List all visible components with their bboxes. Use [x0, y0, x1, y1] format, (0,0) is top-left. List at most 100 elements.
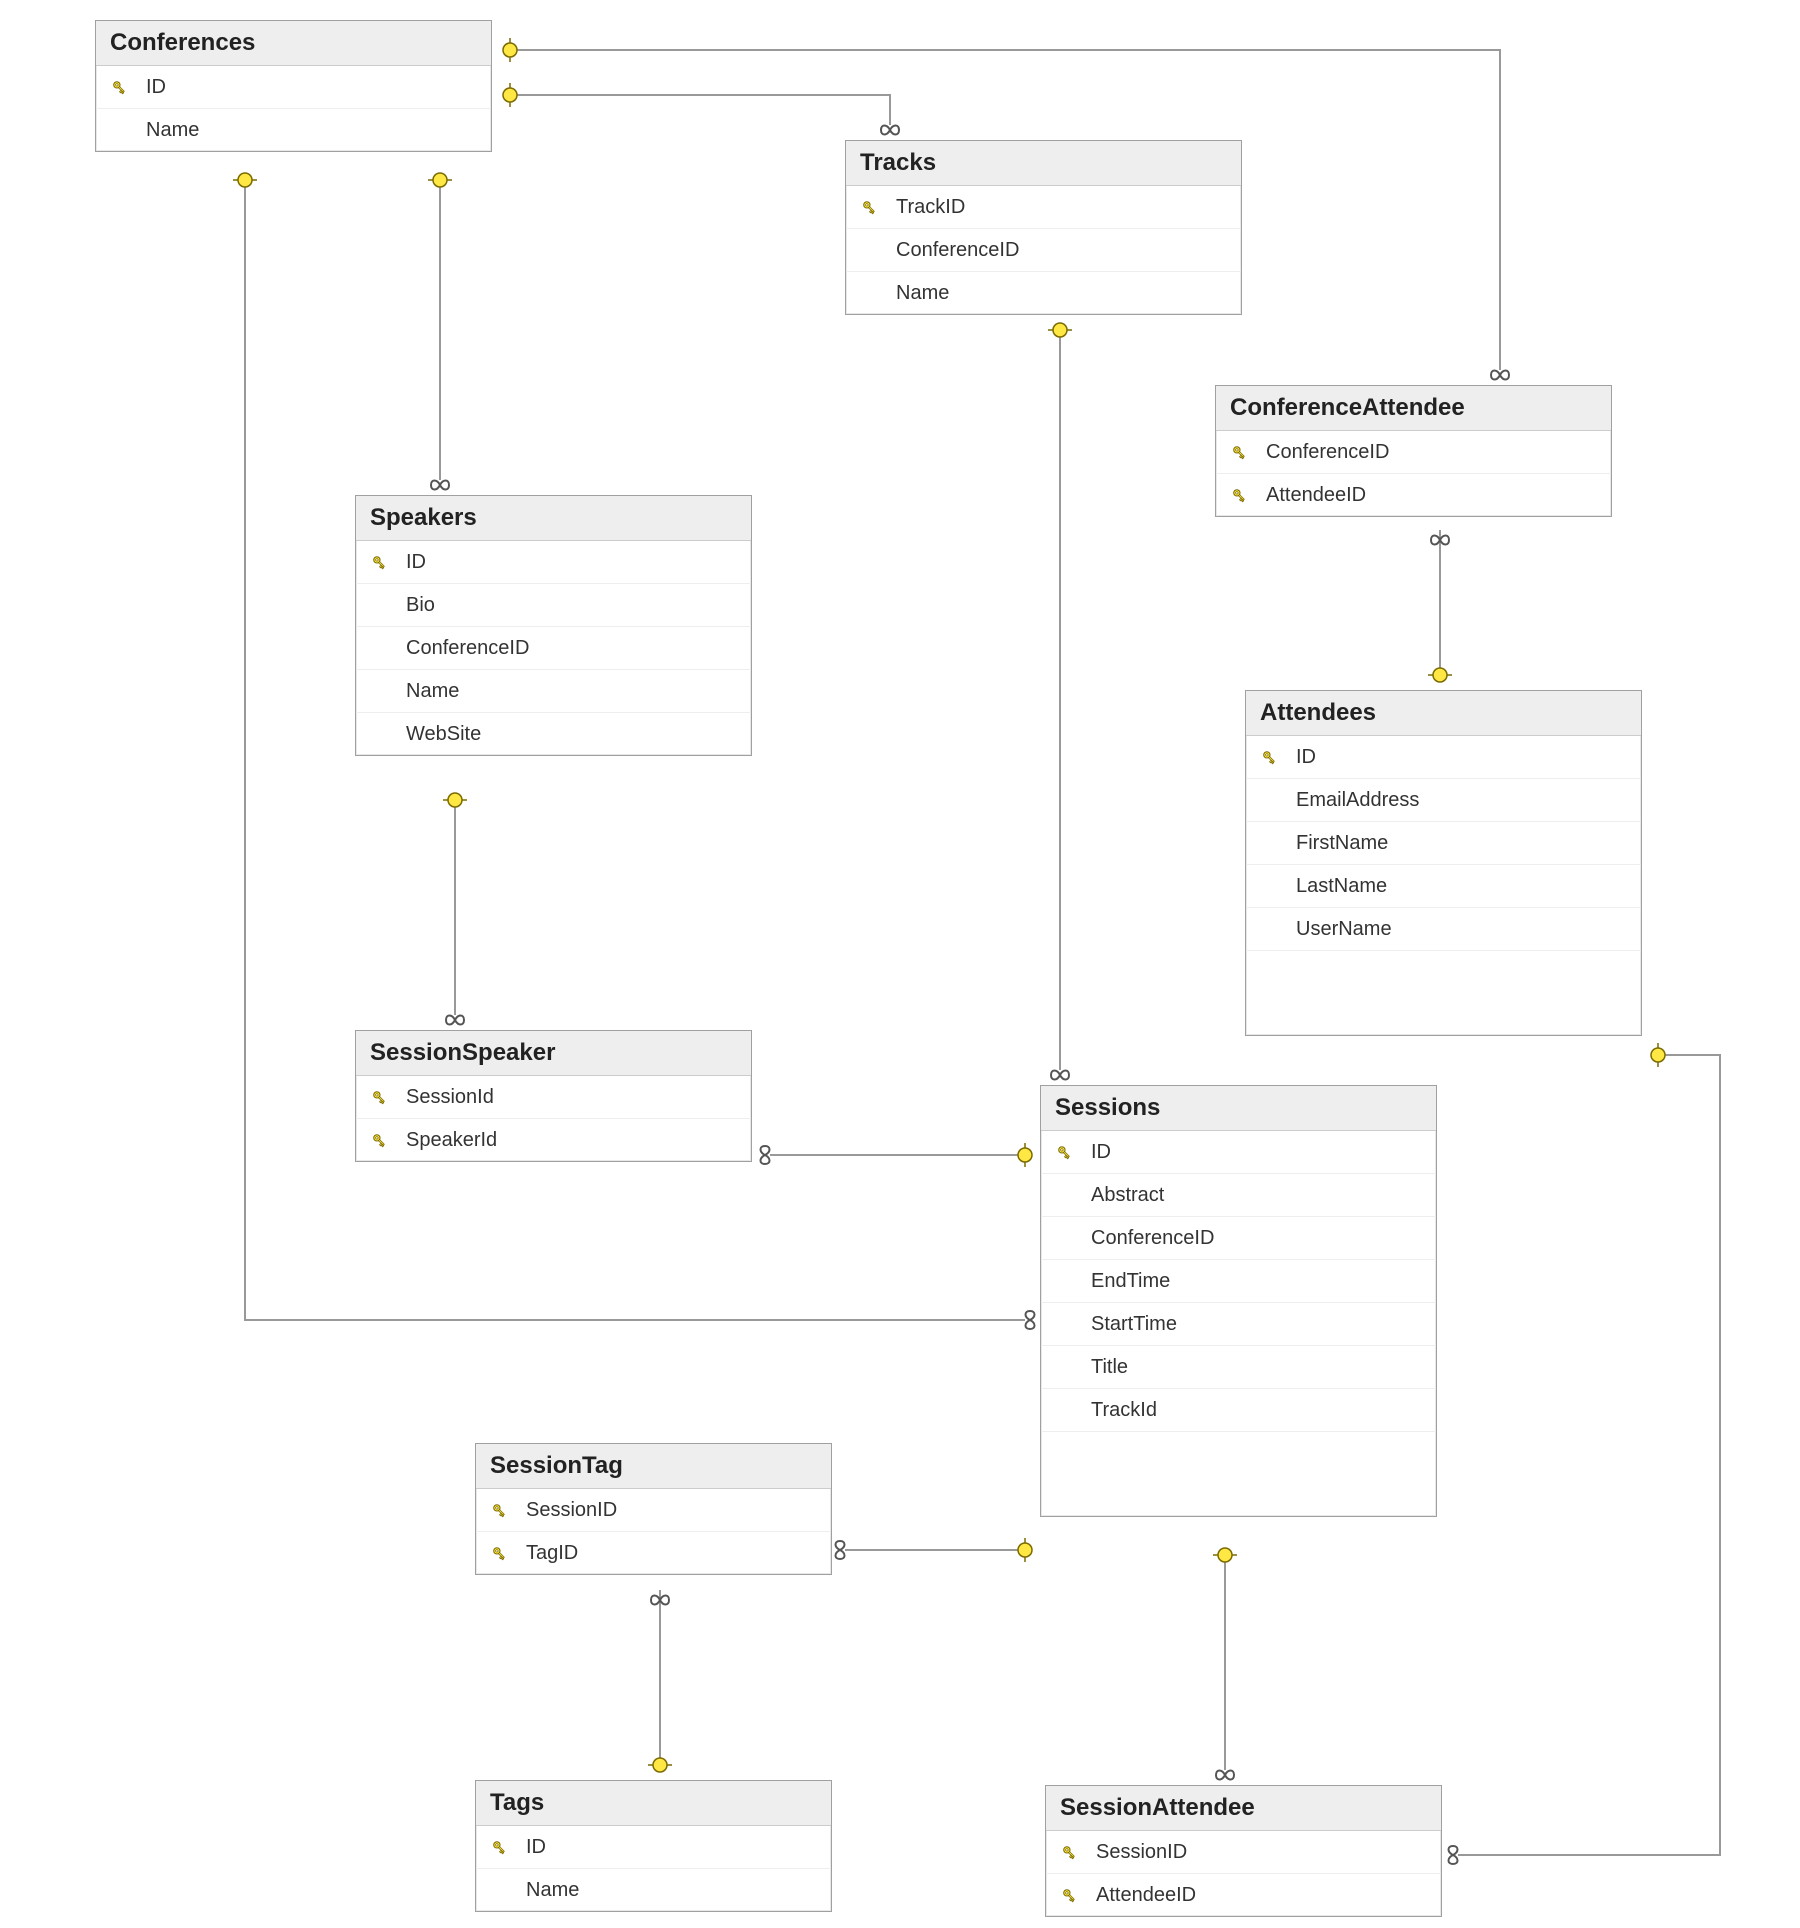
column-row[interactable]: SpeakerId	[356, 1119, 751, 1161]
table-tags[interactable]: TagsIDName	[475, 1780, 832, 1912]
table-title: SessionTag	[476, 1444, 831, 1489]
primary-key-icon	[96, 78, 142, 96]
empty-row	[1041, 1474, 1436, 1516]
column-name: TrackID	[892, 196, 1241, 219]
table-sessions[interactable]: Sessions ID Abstract ConferenceID EndTime Sta…	[1040, 1085, 1437, 1517]
rel-sessionspeaker-sessions	[761, 1143, 1033, 1167]
column-row[interactable]: ID	[356, 541, 751, 584]
table-conferenceAttendee[interactable]: ConferenceAttendee ConferenceID AttendeeID	[1215, 385, 1612, 517]
primary-key-icon	[476, 1501, 522, 1519]
column-name: UserName	[1292, 918, 1641, 941]
rel-sessiontag-tags	[648, 1590, 672, 1772]
column-row[interactable]: AttendeeID	[1046, 1874, 1441, 1916]
column-row[interactable]: ID	[1246, 736, 1641, 779]
table-title: Conferences	[96, 21, 491, 66]
table-title: ConferenceAttendee	[1216, 386, 1611, 431]
column-row[interactable]: SessionID	[1046, 1831, 1441, 1874]
table-title: Tags	[476, 1781, 831, 1826]
column-row[interactable]: Bio	[356, 584, 751, 627]
column-name: ConferenceID	[402, 637, 751, 660]
primary-key-icon	[1041, 1143, 1087, 1161]
table-attendees[interactable]: Attendees ID EmailAddress FirstName LastName…	[1245, 690, 1642, 1036]
column-name: SessionID	[1092, 1841, 1441, 1864]
column-row[interactable]: AttendeeID	[1216, 474, 1611, 516]
column-row[interactable]: Abstract	[1041, 1174, 1436, 1217]
column-row[interactable]: SessionId	[356, 1076, 751, 1119]
column-name: Title	[1087, 1356, 1436, 1379]
table-title: SessionSpeaker	[356, 1031, 751, 1076]
column-name: EmailAddress	[1292, 789, 1641, 812]
column-row[interactable]: TagID	[476, 1532, 831, 1574]
rel-tracks-conferences	[503, 83, 899, 135]
primary-key-icon	[1216, 443, 1262, 461]
column-row[interactable]: WebSite	[356, 713, 751, 755]
column-name: AttendeeID	[1262, 484, 1611, 507]
primary-key-icon	[356, 1088, 402, 1106]
primary-key-icon	[846, 198, 892, 216]
column-row[interactable]: Name	[96, 109, 491, 151]
column-name: ConferenceID	[1087, 1227, 1436, 1250]
column-row[interactable]: ID	[96, 66, 491, 109]
table-sessionAttendee[interactable]: SessionAttendee SessionID AttendeeID	[1045, 1785, 1442, 1917]
primary-key-icon	[1246, 748, 1292, 766]
column-name: Name	[142, 119, 491, 142]
column-name: FirstName	[1292, 832, 1641, 855]
column-row[interactable]: Name	[356, 670, 751, 713]
column-row[interactable]: StartTime	[1041, 1303, 1436, 1346]
column-name: AttendeeID	[1092, 1884, 1441, 1907]
rel-sessiontag-sessions	[836, 1538, 1033, 1562]
rel-sessionspeaker-speakers	[443, 793, 467, 1025]
column-name: Name	[892, 282, 1241, 305]
table-title: Speakers	[356, 496, 751, 541]
column-row[interactable]: SessionID	[476, 1489, 831, 1532]
column-row[interactable]: Title	[1041, 1346, 1436, 1389]
column-name: WebSite	[402, 723, 751, 746]
primary-key-icon	[1216, 486, 1262, 504]
column-name: ConferenceID	[892, 239, 1241, 262]
column-row[interactable]: LastName	[1246, 865, 1641, 908]
table-tracks[interactable]: Tracks TrackID ConferenceID Name	[845, 140, 1242, 315]
column-row[interactable]: ConferenceID	[846, 229, 1241, 272]
primary-key-icon	[476, 1544, 522, 1562]
column-row[interactable]: Name	[846, 272, 1241, 314]
empty-row	[1246, 993, 1641, 1035]
table-sessionSpeaker[interactable]: SessionSpeaker SessionId SpeakerId	[355, 1030, 752, 1162]
column-row[interactable]: TrackId	[1041, 1389, 1436, 1432]
rel-conferenceattendee-attendees	[1428, 530, 1452, 682]
table-conferences[interactable]: Conferences ID Name	[95, 20, 492, 152]
column-name: SessionId	[402, 1086, 751, 1109]
column-row[interactable]: Name	[476, 1869, 831, 1911]
column-name: Abstract	[1087, 1184, 1436, 1207]
column-name: ID	[1087, 1141, 1436, 1164]
column-name: SessionID	[522, 1499, 831, 1522]
column-row[interactable]: ConferenceID	[1216, 431, 1611, 474]
column-name: TagID	[522, 1542, 831, 1565]
table-title: Sessions	[1041, 1086, 1436, 1131]
column-name: ID	[142, 76, 491, 99]
primary-key-icon	[1046, 1886, 1092, 1904]
table-sessionTag[interactable]: SessionTag SessionID TagID	[475, 1443, 832, 1575]
column-row[interactable]: EmailAddress	[1246, 779, 1641, 822]
rel-sessionattendee-attendees	[1449, 1043, 1721, 1864]
column-name: ID	[402, 551, 751, 574]
column-row[interactable]: ConferenceID	[356, 627, 751, 670]
table-title: SessionAttendee	[1046, 1786, 1441, 1831]
rel-sessionattendee-sessions	[1213, 1548, 1237, 1780]
column-row[interactable]: TrackID	[846, 186, 1241, 229]
column-name: TrackId	[1087, 1399, 1436, 1422]
column-row[interactable]: FirstName	[1246, 822, 1641, 865]
column-name: EndTime	[1087, 1270, 1436, 1293]
column-row[interactable]: EndTime	[1041, 1260, 1436, 1303]
column-name: ID	[1292, 746, 1641, 769]
column-name: SpeakerId	[402, 1129, 751, 1152]
column-row[interactable]: ID	[476, 1826, 831, 1869]
column-row[interactable]: ConferenceID	[1041, 1217, 1436, 1260]
table-title: Tracks	[846, 141, 1241, 186]
rel-speakers-conferences	[428, 173, 452, 490]
column-row[interactable]: UserName	[1246, 908, 1641, 951]
primary-key-icon	[356, 1131, 402, 1149]
table-speakers[interactable]: Speakers ID Bio ConferenceID Name WebSite	[355, 495, 752, 756]
table-title: Attendees	[1246, 691, 1641, 736]
column-row[interactable]: ID	[1041, 1131, 1436, 1174]
column-name: ConferenceID	[1262, 441, 1611, 464]
